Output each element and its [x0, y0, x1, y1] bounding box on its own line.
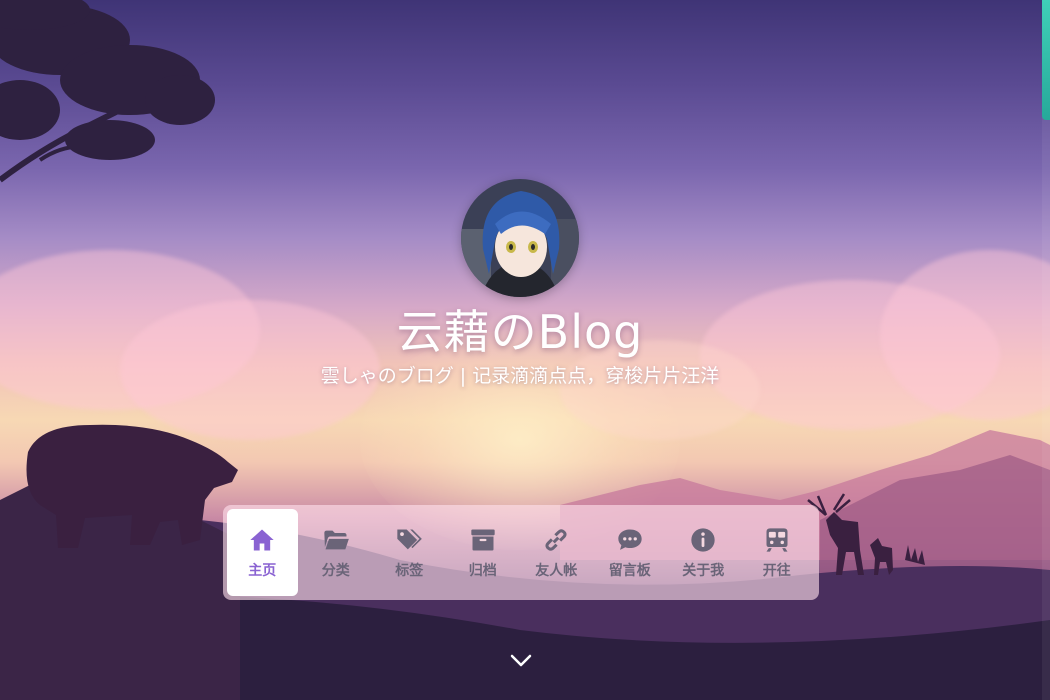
nav-item-travelling[interactable]: 开往: [742, 509, 813, 596]
archive-icon: [471, 529, 495, 550]
nav-item-label: 标签: [395, 562, 424, 579]
nav-item-label: 归档: [468, 562, 497, 579]
nav-item-label: 分类: [321, 562, 350, 579]
home-icon: [250, 529, 274, 550]
site-title: 云藉のBlog: [396, 305, 644, 359]
nav-item-about[interactable]: 关于我: [668, 509, 739, 596]
main-nav: 主页 分类 标签 归档 友人帐 留言板 关于我 开往: [223, 505, 819, 600]
nav-item-categories[interactable]: 分类: [301, 509, 372, 596]
nav-item-home[interactable]: 主页: [227, 509, 298, 596]
nav-item-label: 开往: [762, 562, 791, 579]
nav-item-tags[interactable]: 标签: [374, 509, 445, 596]
nav-item-friends[interactable]: 友人帐: [521, 509, 592, 596]
folder-open-icon: [324, 530, 349, 549]
nav-item-guestbook[interactable]: 留言板: [595, 509, 666, 596]
scrollbar-thumb[interactable]: [1042, 0, 1050, 120]
site-subtitle: 雲しゃのブログ | 记录滴滴点点，穿梭片片汪洋: [320, 365, 720, 387]
tags-icon: [397, 529, 423, 549]
nav-item-label: 留言板: [608, 562, 651, 579]
nav-item-label: 友人帐: [535, 562, 578, 579]
info-circle-icon: [691, 527, 715, 552]
avatar-image: [461, 179, 579, 297]
comment-dots-icon: [618, 529, 642, 550]
nav-item-archives[interactable]: 归档: [448, 509, 519, 596]
nav-item-label: 关于我: [682, 562, 725, 579]
link-icon: [545, 528, 567, 551]
train-icon: [766, 527, 788, 552]
avatar[interactable]: [461, 179, 579, 297]
chevron-down-icon: [510, 654, 532, 667]
scroll-down-button[interactable]: [509, 652, 533, 670]
nav-item-label: 主页: [248, 562, 277, 579]
